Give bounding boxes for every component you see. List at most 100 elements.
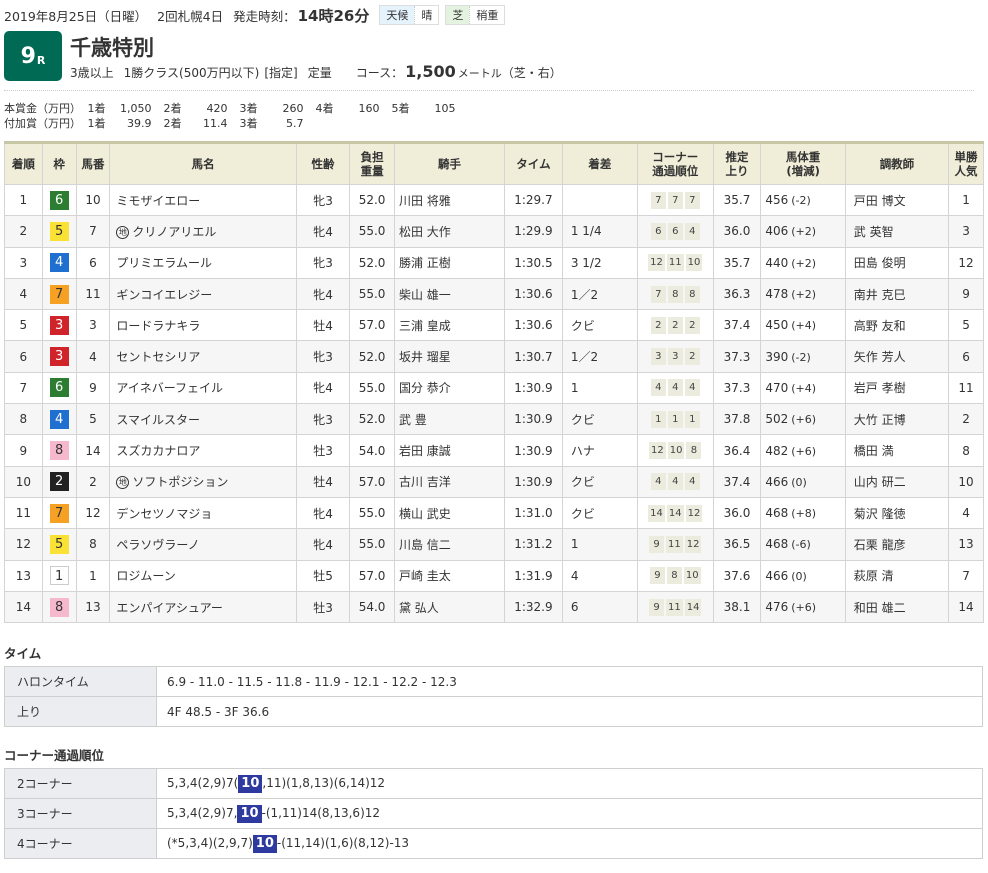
corner-positions: 788 [650, 285, 700, 303]
column-header: 調教師 [844, 142, 950, 185]
body-weight-change: (+2) [791, 256, 817, 270]
jockey-link[interactable]: 勝浦 正樹 [399, 256, 451, 270]
jockey-link[interactable]: 戸崎 圭太 [399, 569, 451, 583]
carried-weight: 57.0 [349, 465, 395, 498]
horse-number: 5 [75, 403, 111, 436]
trainer-link[interactable]: 和田 雄二 [854, 601, 906, 615]
trainer-link[interactable]: 山内 研二 [854, 475, 906, 489]
horse-number: 11 [75, 277, 111, 311]
horse-name-link[interactable]: ギンコイエレジー [116, 288, 212, 302]
finish-time: 1:30.6 [504, 277, 563, 311]
corner-positions-cell: 111 [636, 403, 714, 436]
popularity: 6 [948, 340, 984, 373]
jockey-cell: 横山 武史 [393, 496, 506, 530]
jockey-link[interactable]: 三浦 皇成 [399, 319, 451, 333]
corner-positions: 14 14 12 [648, 504, 703, 522]
trainer-link[interactable]: 橋田 満 [854, 444, 894, 458]
carried-weight: 54.0 [349, 590, 395, 624]
trainer-link[interactable]: 大竹 正博 [854, 413, 906, 427]
frame-number-badge: 4 [49, 409, 69, 429]
prize-position: 3着 [239, 102, 258, 115]
carried-weight: 57.0 [349, 309, 395, 342]
frame-cell: 2 [41, 465, 77, 498]
last-3f: 37.6 [712, 559, 762, 592]
horse-number: 1 [75, 559, 111, 592]
corner-positions-cell: 444 [636, 371, 714, 405]
sex-age: 牡5 [295, 559, 351, 592]
sex-age: 牝4 [295, 496, 351, 530]
jockey-link[interactable]: 国分 恭介 [399, 381, 451, 395]
frame-cell: 6 [41, 183, 77, 217]
prize-amount: 420 [206, 102, 228, 115]
result-row: 7 6 9 アイネバーフェイル 牝4 55.0 国分 恭介 1:30.9 1 4 4 4 37.3 470… [4, 371, 984, 405]
trainer-link[interactable]: 矢作 芳人 [854, 350, 906, 364]
trainer-link[interactable]: 田島 俊明 [854, 256, 906, 270]
corner-positions-cell: 444 [636, 465, 714, 498]
corner-position: 10 [685, 254, 703, 272]
trainer-link[interactable]: 戸田 博文 [854, 194, 906, 208]
horse-name-link[interactable]: プリミエラムール [116, 256, 212, 270]
horse-name-cell: プリミエラムール [109, 246, 297, 279]
frame-cell: 4 [41, 246, 77, 279]
horse-name-cell: ロジムーン [109, 559, 297, 592]
race-title: 千歳特別 [70, 36, 154, 60]
horse-name-link[interactable]: ソフトポジション [132, 475, 228, 489]
jockey-link[interactable]: 川島 信二 [399, 538, 451, 552]
trainer-link[interactable]: 高野 友和 [854, 319, 906, 333]
trainer-link[interactable]: 石栗 龍彦 [854, 538, 906, 552]
horse-name-link[interactable]: ロードラナキラ [116, 319, 200, 333]
jockey-link[interactable]: 川田 将雅 [399, 194, 451, 208]
horse-name-link[interactable]: アイネバーフェイル [116, 381, 223, 395]
finish-position: 3 [4, 246, 43, 279]
horse-name-link[interactable]: スマイルスター [116, 413, 200, 427]
finish-position: 9 [4, 434, 43, 467]
result-row: 4 7 11 ギンコイエレジー 牝4 55.0 柴山 雄一 1:30.6 1／2 7 8 8 36.3 4… [4, 277, 984, 311]
jockey-link[interactable]: 松田 大作 [399, 225, 451, 239]
race-conditions: 3歳以上 1勝クラス(500万円以下) [指定] 定量 コース： 1,500 メ… [70, 62, 562, 81]
jockey-link[interactable]: 岩田 康誠 [399, 444, 451, 458]
corner-order-after: -(11,14)(1,6)(8,12)-13 [276, 835, 410, 850]
corner-position: 9 [649, 567, 665, 585]
trainer-link[interactable]: 萩原 清 [854, 569, 894, 583]
corner-positions: 12 11 10 [648, 254, 703, 272]
result-row: 2 5 7 地クリノアリエル 牝4 55.0 松田 大作 1:29.9 1 1/4 6 6 4 36.0… [4, 215, 984, 248]
trainer-cell: 大竹 正博 [844, 403, 950, 436]
jockey-link[interactable]: 黛 弘人 [399, 601, 439, 615]
popularity: 8 [948, 434, 984, 467]
popularity: 3 [948, 215, 984, 248]
trainer-link[interactable]: 菊沢 隆徳 [854, 507, 906, 521]
jockey-link[interactable]: 横山 武史 [399, 507, 451, 521]
corner-table: 2コーナー 5,3,4(2,9)7(10,11)(1,8,13)(6,14)12 3… [4, 768, 983, 859]
horse-name-link[interactable]: ロジムーン [116, 569, 175, 583]
trainer-link[interactable]: 岩戸 孝樹 [854, 381, 906, 395]
highlighted-horse: 10 [237, 804, 262, 823]
horse-number: 2 [75, 465, 111, 498]
result-row: 11 7 12 デンセツノマジョ 牝4 55.0 横山 武史 1:31.0 クビ 14 14 12 36… [4, 496, 984, 530]
horse-name-link[interactable]: クリノアリエル [132, 225, 216, 239]
jockey-link[interactable]: 坂井 瑠星 [399, 350, 451, 364]
jockey-link[interactable]: 柴山 雄一 [399, 288, 451, 302]
horse-number: 10 [75, 183, 111, 217]
frame-cell: 6 [41, 371, 77, 405]
margin: 1 1/4 [561, 215, 638, 248]
body-weight-change: (-2) [791, 194, 811, 208]
corner-position: 2 [684, 348, 700, 366]
horse-name-link[interactable]: ミモザイエロー [116, 194, 200, 208]
horse-name-link[interactable]: デンセツノマジョ [116, 507, 212, 521]
trainer-link[interactable]: 武 英智 [854, 225, 894, 239]
jockey-link[interactable]: 古川 吉洋 [399, 475, 451, 489]
horse-name-link[interactable]: ペラソヴラーノ [116, 538, 199, 552]
jockey-link[interactable]: 武 豊 [399, 413, 427, 427]
horse-name-link[interactable]: エンパイアシュアー [116, 601, 223, 615]
corner-section-title: コーナー通過順位 [4, 748, 105, 763]
corner-position: 12 [648, 254, 665, 272]
trainer-link[interactable]: 南井 克巳 [854, 288, 906, 302]
finish-time: 1:29.7 [504, 183, 563, 217]
body-weight-cell: 476 (+6) [760, 590, 846, 624]
horse-name-link[interactable]: セントセシリア [116, 350, 200, 364]
horse-name-link[interactable]: スズカカナロア [116, 444, 200, 458]
carried-weight: 55.0 [349, 371, 395, 405]
corner-position: 4 [684, 379, 700, 397]
corner-positions-cell: 9 11 12 [636, 528, 714, 561]
weather-badge: 天候 晴 [379, 5, 440, 25]
